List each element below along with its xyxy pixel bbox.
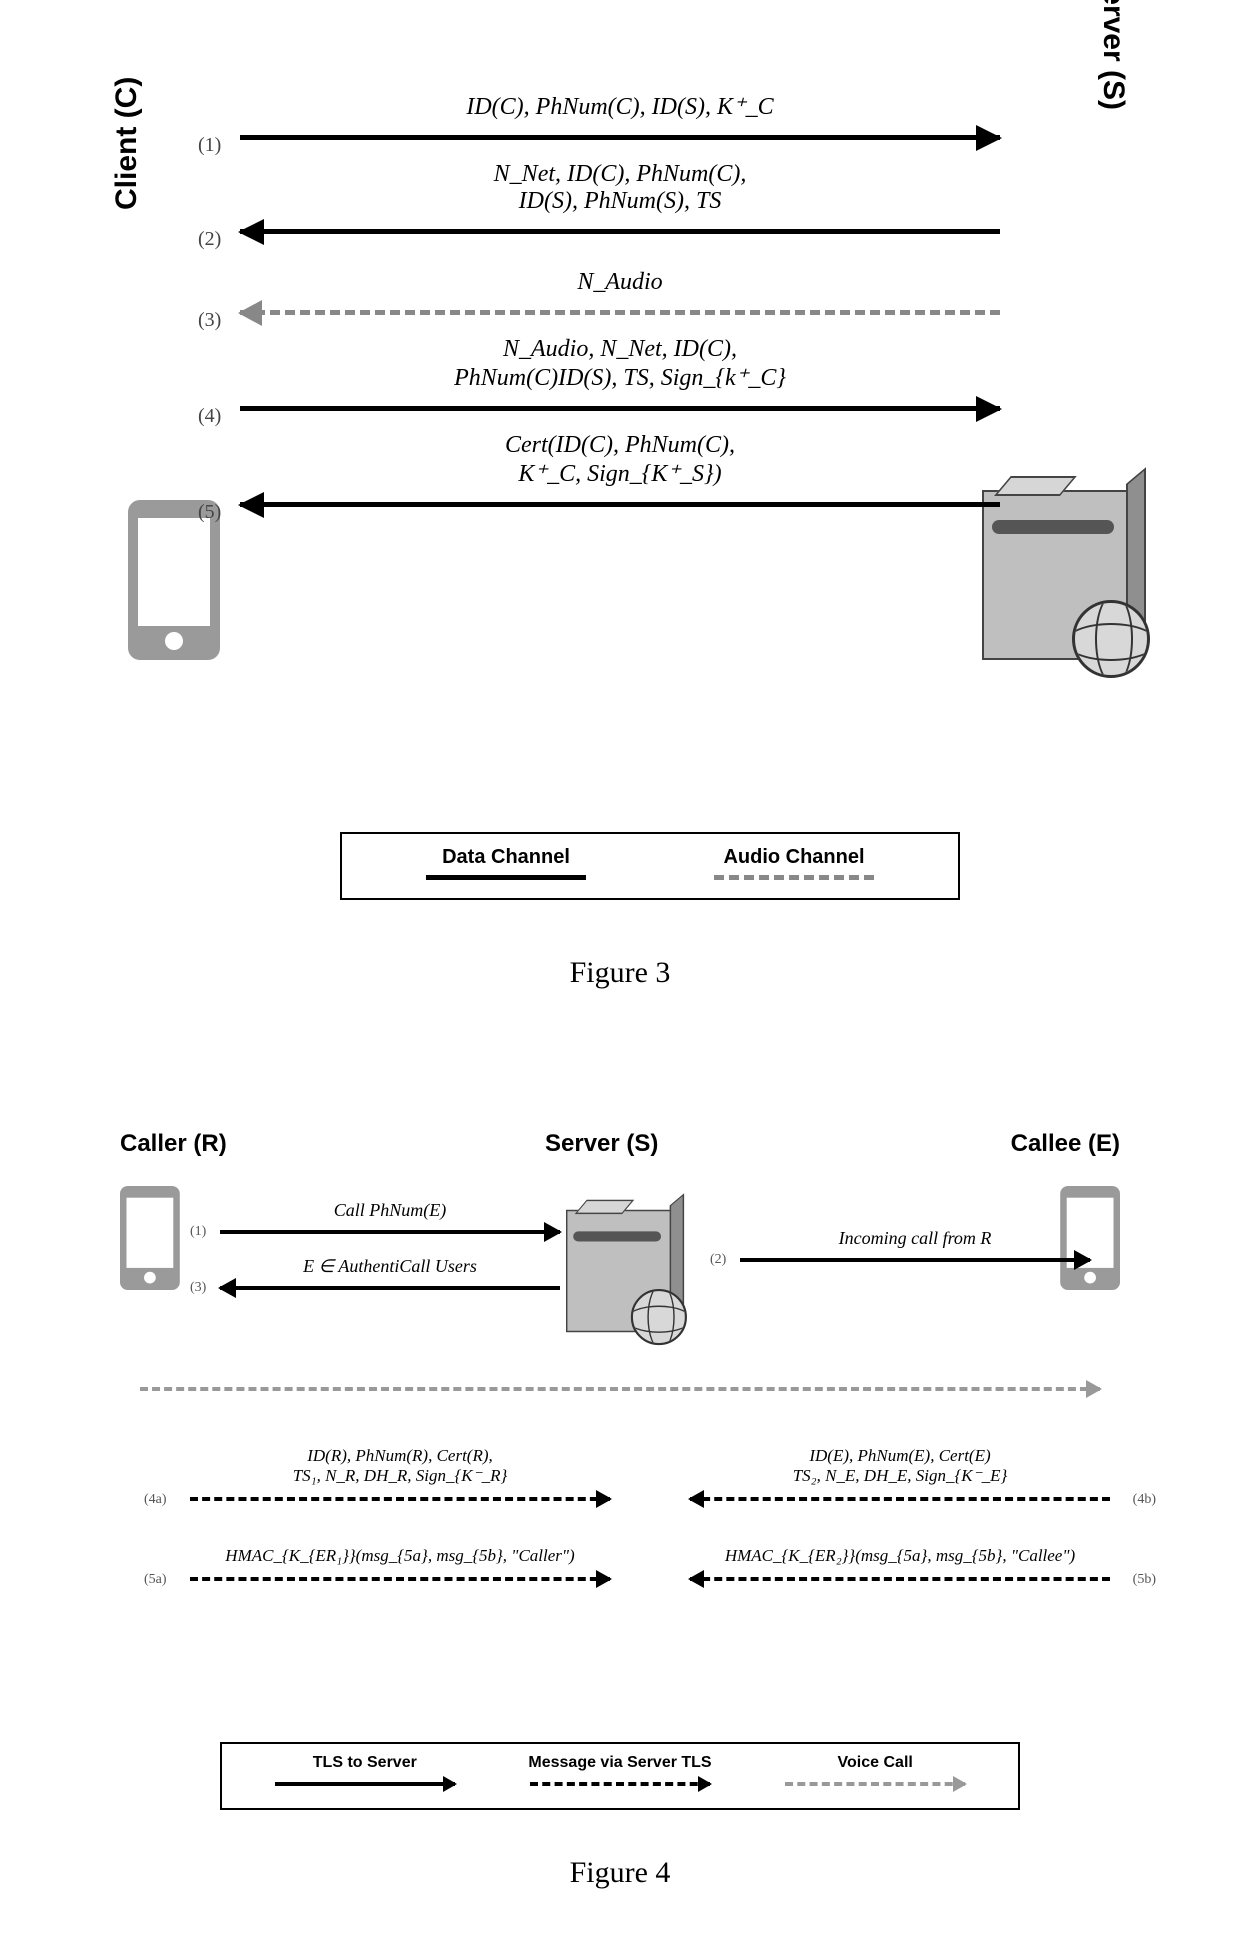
msg-4a-label-a: ID(R), PhNum(R), Cert(R), bbox=[307, 1446, 493, 1465]
client-label: Client (C) bbox=[110, 77, 144, 210]
legend-audio-label: Audio Channel bbox=[723, 846, 864, 868]
msg-5a-num: (5a) bbox=[144, 1572, 167, 1588]
msg-2: N_Net, ID(C), PhNum(C), ID(S), PhNum(S),… bbox=[240, 161, 1000, 245]
msg-1: ID(C), PhNum(C), ID(S), K⁺_C (1) bbox=[240, 90, 1000, 151]
caller-phone-icon bbox=[120, 1186, 180, 1290]
legend-data-label: Data Channel bbox=[442, 846, 570, 868]
msg-5b-num: (5b) bbox=[1133, 1572, 1156, 1588]
msg-5-text-a: Cert(ID(C), PhNum(C), bbox=[505, 432, 735, 458]
phone-icon bbox=[128, 500, 220, 660]
msg-4b: ID(E), PhNum(E), Cert(E) TS₂, N_E, DH_E,… bbox=[690, 1490, 1110, 1508]
msg-4a-label-b: TS₁, N_R, DH_R, Sign_{K⁻_R} bbox=[293, 1466, 508, 1485]
msg-5b: HMAC_{K_{ER₂}}(msg_{5a}, msg_{5b}, "Call… bbox=[690, 1570, 1110, 1588]
msg-4-3-label: E ∈ AuthentiCall Users bbox=[220, 1256, 560, 1277]
msg-5: Cert(ID(C), PhNum(C), K⁺_C, Sign_{K⁺_S})… bbox=[240, 432, 1000, 518]
msg-4-text-b: PhNum(C)ID(S), TS, Sign_{k⁺_C} bbox=[240, 363, 1000, 392]
msg-3-num: (3) bbox=[198, 309, 221, 332]
figure-4-legend: TLS to Server Message via Server TLS Voi… bbox=[220, 1742, 1020, 1810]
msg-4b-num: (4b) bbox=[1133, 1492, 1156, 1508]
msg-4-1-num: (1) bbox=[190, 1224, 206, 1240]
legend-msg: Message via Server TLS bbox=[528, 1754, 711, 1792]
msg-4-3-num: (3) bbox=[190, 1280, 206, 1296]
legend-voice-label: Voice Call bbox=[838, 1754, 913, 1771]
msg-2-text-b: ID(S), PhNum(S), TS bbox=[240, 188, 1000, 215]
msg-1-num: (1) bbox=[198, 134, 221, 157]
protocol-arrows: ID(C), PhNum(C), ID(S), K⁺_C (1) N_Net, … bbox=[240, 90, 1000, 830]
figure-3-caption: Figure 3 bbox=[40, 956, 1200, 990]
legend-audio-channel: Audio Channel bbox=[714, 846, 874, 880]
msg-4-1-label: Call PhNum(E) bbox=[220, 1200, 560, 1221]
msg-4a-num: (4a) bbox=[144, 1492, 167, 1508]
msg-2-num: (2) bbox=[198, 228, 221, 251]
figure-4-caption: Figure 4 bbox=[40, 1856, 1200, 1890]
voice-call-arrow bbox=[140, 1380, 1100, 1398]
figure-4: Caller (R) Server (S) Callee (E) Call Ph… bbox=[40, 1130, 1200, 1890]
msg-5-text-b: K⁺_C, Sign_{K⁺_S}) bbox=[240, 459, 1000, 488]
msg-4-2-label: Incoming call from R bbox=[740, 1228, 1090, 1249]
msg-4b-label-b: TS₂, N_E, DH_E, Sign_{K⁻_E} bbox=[793, 1466, 1008, 1485]
msg-4-2: Incoming call from R (2) bbox=[740, 1250, 1090, 1270]
figure-3: Client (C) Server (S) ID(C), PhNum(C), I… bbox=[40, 70, 1200, 990]
server-icon bbox=[982, 490, 1132, 660]
msg-5a: HMAC_{K_{ER₁}}(msg_{5a}, msg_{5b}, "Call… bbox=[190, 1570, 610, 1588]
msg-2-text-a: N_Net, ID(C), PhNum(C), bbox=[494, 161, 747, 187]
msg-3-text: N_Audio bbox=[577, 269, 662, 295]
msg-4-1: Call PhNum(E) (1) bbox=[220, 1222, 560, 1242]
msg-4-3: E ∈ AuthentiCall Users (3) bbox=[220, 1278, 560, 1298]
figure-3-legend: Data Channel Audio Channel bbox=[340, 832, 960, 900]
msg-5b-label: HMAC_{K_{ER₂}}(msg_{5a}, msg_{5b}, "Call… bbox=[725, 1546, 1075, 1565]
legend-voice: Voice Call bbox=[785, 1754, 965, 1792]
msg-4-text-a: N_Audio, N_Net, ID(C), bbox=[503, 336, 737, 362]
msg-5a-label: HMAC_{K_{ER₁}}(msg_{5a}, msg_{5b}, "Call… bbox=[225, 1546, 574, 1565]
msg-1-text: ID(C), PhNum(C), ID(S), K⁺_C bbox=[466, 94, 773, 120]
msg-5-num: (5) bbox=[198, 501, 221, 524]
msg-3: N_Audio (3) bbox=[240, 269, 1000, 326]
server-label: Server (S) bbox=[1096, 0, 1130, 110]
legend-tls-label: TLS to Server bbox=[313, 1754, 417, 1771]
caller-label: Caller (R) bbox=[120, 1130, 227, 1158]
msg-4b-label-a: ID(E), PhNum(E), Cert(E) bbox=[809, 1446, 990, 1465]
legend-msg-label: Message via Server TLS bbox=[528, 1754, 711, 1771]
msg-4-num: (4) bbox=[198, 405, 221, 428]
legend-tls: TLS to Server bbox=[275, 1754, 455, 1792]
msg-4a: ID(R), PhNum(R), Cert(R), TS₁, N_R, DH_R… bbox=[190, 1490, 610, 1508]
server-icon-4 bbox=[566, 1210, 674, 1332]
msg-4: N_Audio, N_Net, ID(C), PhNum(C)ID(S), TS… bbox=[240, 336, 1000, 422]
callee-label: Callee (E) bbox=[1011, 1130, 1120, 1158]
msg-4-2-num: (2) bbox=[710, 1252, 726, 1268]
legend-data-channel: Data Channel bbox=[426, 846, 586, 880]
